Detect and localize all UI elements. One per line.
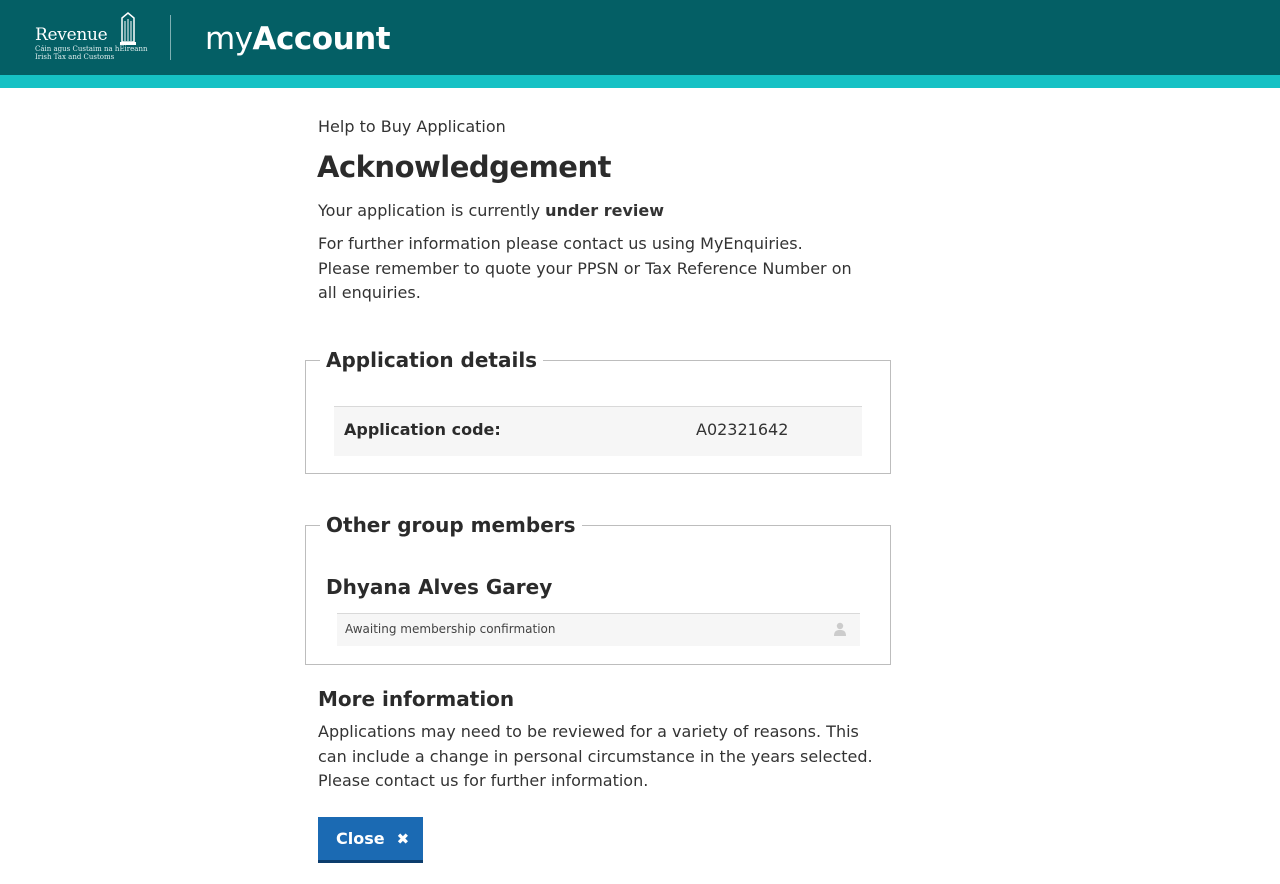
user-icon (834, 622, 846, 636)
header-accent-stripe (0, 75, 1280, 88)
logo-subtitle-english: Irish Tax and Customs (35, 53, 115, 61)
app-title-my: my (205, 21, 253, 57)
status-prefix: Your application is currently (318, 201, 546, 220)
more-info-text: Applications may need to be reviewed for… (318, 722, 873, 790)
application-code-value: A02321642 (696, 420, 789, 439)
member-name: Dhyana Alves Garey (326, 575, 553, 599)
member-status-text: Awaiting membership confirmation (345, 622, 556, 636)
revenue-logo[interactable]: Revenue Cáin agus Custaim na hÉireann Ir… (35, 12, 147, 64)
page-pretitle: Help to Buy Application (318, 117, 506, 136)
more-info-heading: More information (318, 687, 515, 711)
status-value: under review (545, 201, 665, 220)
close-button-label: Close (336, 829, 385, 848)
app-title: myAccount (205, 19, 391, 59)
app-title-account: Account (252, 21, 391, 57)
close-button[interactable]: Close ✖ (318, 817, 423, 863)
logo-subtitle-irish: Cáin agus Custaim na hÉireann (35, 45, 148, 53)
harp-icon (120, 12, 136, 45)
contact-info-text: For further information please contact u… (318, 234, 852, 302)
status-line: Your application is currently under revi… (318, 201, 664, 220)
header-divider (170, 15, 171, 60)
application-code-label: Application code: (344, 420, 501, 439)
member-status-row: Awaiting membership confirmation (337, 613, 860, 646)
header-bar (0, 0, 1280, 75)
logo-wordmark: Revenue (35, 25, 108, 45)
application-code-row: Application code: A02321642 (334, 406, 862, 456)
application-details-legend: Application details (326, 348, 538, 372)
group-members-legend: Other group members (326, 513, 576, 537)
close-icon: ✖ (396, 829, 410, 848)
page-title: Acknowledgement (317, 150, 611, 184)
